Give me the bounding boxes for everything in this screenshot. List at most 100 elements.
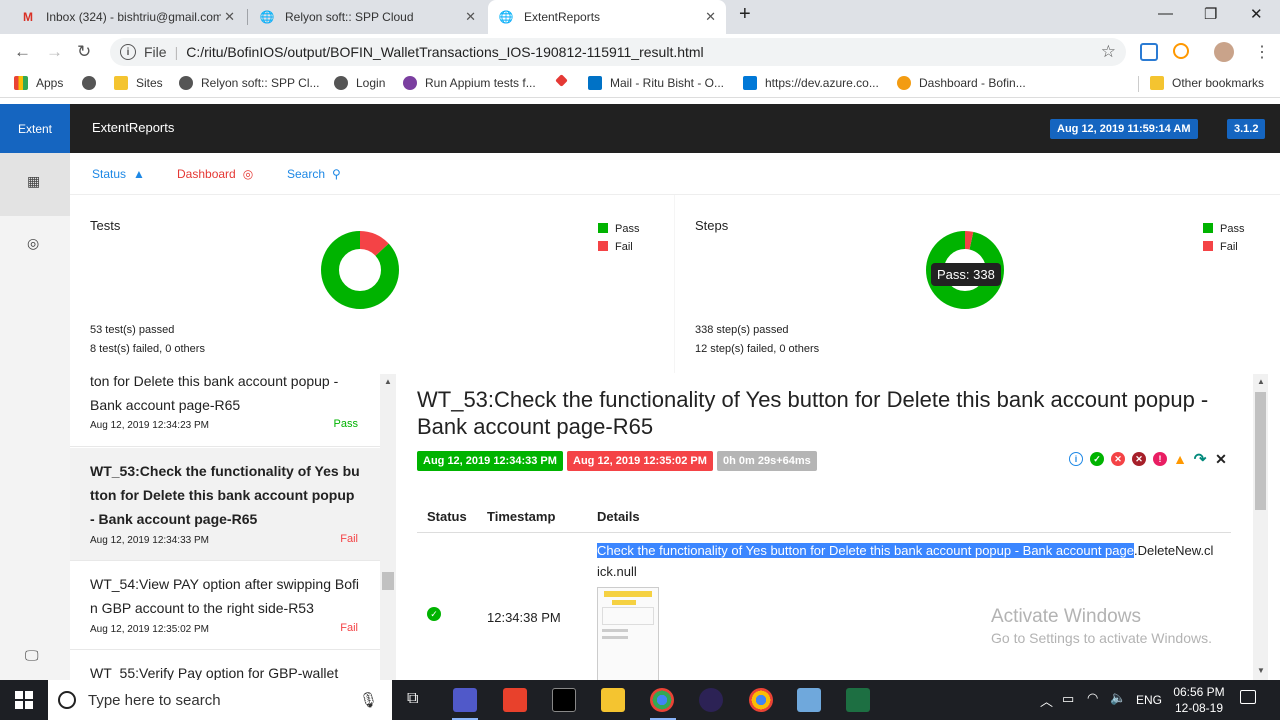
log-details: Check the functionality of Yes button fo… [597,543,1214,579]
warning-filter-icon[interactable]: ▲ [1173,451,1187,467]
screenshot-thumbnail[interactable] [597,587,659,680]
eclipse-icon[interactable] [699,688,723,712]
tab-spp-cloud[interactable]: 🌐 Relyon soft:: SPP Cloud ✕ [249,0,486,34]
bookmark-dashboard[interactable]: Dashboard - Bofin... [897,76,1026,90]
dashboard-link[interactable]: Dashboard ◎ [177,167,253,181]
dashboard-target-icon[interactable]: ◎ [27,235,39,252]
folder-icon [1150,76,1164,90]
wifi-icon[interactable]: ◠ [1087,690,1098,706]
tests-failed-text: 8 test(s) failed, 0 others [90,343,205,355]
windows-start-icon[interactable] [15,691,33,709]
globe-icon: 🌐 [498,10,514,24]
anydesk-icon[interactable] [503,688,527,712]
search-icon: ⚲ [332,167,341,181]
apps-grid-icon [14,76,28,90]
bookmark-globe[interactable] [82,76,104,90]
file-label: File [144,44,167,60]
extension-icon[interactable] [1140,43,1158,61]
task-view-icon[interactable]: ⧉ [407,690,418,708]
tab-gmail[interactable]: M Inbox (324) - bishtriu@gmail.com ✕ [10,0,245,34]
address-row: ← → ↻ i File | C:/ritu/BofinIOS/output/B… [0,34,1280,70]
profile-avatar[interactable] [1214,42,1234,62]
error-filter-icon[interactable]: ! [1153,452,1167,466]
pass-filter-icon[interactable]: ✓ [1090,452,1104,466]
bookmark-other[interactable]: Other bookmarks [1150,76,1264,90]
monitor-icon[interactable]: 🖵 [25,647,39,664]
fail-filter-icon[interactable]: ✕ [1111,452,1125,466]
teams-icon[interactable] [453,688,477,712]
url-text[interactable]: C:/ritu/BofinIOS/output/BOFIN_WalletTran… [186,44,703,60]
legend-pass: Pass [598,220,639,238]
test-list-item[interactable]: ton for Delete this bank account popup -… [70,374,380,447]
chrome-icon[interactable] [749,688,773,712]
terminal-icon[interactable] [552,688,576,712]
microphone-icon[interactable]: 🎙 [359,691,378,709]
test-list: ton for Delete this bank account popup -… [70,374,380,680]
log-table-header: Status Timestamp Details [417,502,1231,533]
menu-dots-icon[interactable]: ⋮ [1254,42,1270,62]
search-link[interactable]: Search ⚲ [287,167,341,181]
bookmark-extension[interactable] [555,74,574,87]
bookmark-apps[interactable]: Apps [14,76,63,90]
address-bar[interactable]: i File | C:/ritu/BofinIOS/output/BOFIN_W… [110,38,1126,66]
selected-text[interactable]: Check the functionality of Yes button fo… [597,543,1134,558]
end-time-tag: Aug 12, 2019 12:35:02 PM [567,451,713,471]
test-list-item[interactable]: WT_55:Verify Pay option for GBP-wallet [70,651,380,680]
excel-icon[interactable] [846,688,870,712]
volume-icon[interactable]: 🔈 [1110,690,1126,706]
tray-chevron-icon[interactable]: ︿ [1040,691,1053,710]
clock[interactable]: 06:56 PM 12-08-19 [1171,684,1227,716]
tab-title: Inbox (324) - bishtriu@gmail.com [46,10,221,24]
info-icon[interactable]: i [120,44,136,60]
skip-filter-icon[interactable]: ↷ [1193,451,1207,468]
tab-extentreports[interactable]: 🌐 ExtentReports ✕ [488,0,726,34]
extent-logo[interactable]: Extent [0,104,70,153]
clear-filter-icon[interactable]: ✕ [1214,451,1228,467]
close-icon[interactable]: ✕ [465,9,476,25]
chrome-icon[interactable] [650,688,674,712]
language-indicator[interactable]: ENG [1136,693,1162,707]
col-status: Status [427,509,467,524]
start-time-tag: Aug 12, 2019 12:34:33 PM [417,451,563,471]
test-title: WT_53:Check the functionality of Yes but… [417,387,1209,439]
bookmark-appium[interactable]: Run Appium tests f... [403,76,536,90]
battery-icon[interactable]: ▭ [1062,691,1074,707]
new-tab-button[interactable]: + [739,3,751,26]
tab-title: Relyon soft:: SPP Cloud [285,10,414,24]
bookmark-azure[interactable]: https://dev.azure.co... [743,76,879,90]
puzzle-icon [555,74,568,87]
dashboard-icon [897,76,911,90]
bookmark-star-icon[interactable]: ☆ [1101,42,1116,62]
forward-icon[interactable]: → [46,42,63,62]
grid-view-icon[interactable]: ▦ [27,173,40,190]
bookmark-sites[interactable]: Sites [114,76,163,90]
close-icon[interactable]: ✕ [224,9,235,25]
test-list-item-selected[interactable]: WT_53:Check the functionality of Yes but… [70,448,380,561]
fatal-filter-icon[interactable]: ✕ [1132,452,1146,466]
sub-nav: Status ▲ Dashboard ◎ Search ⚲ [70,153,1280,195]
notepad-icon[interactable] [797,688,821,712]
back-icon[interactable]: ← [14,42,31,62]
side-nav: ▦ ◎ 🖵 [0,153,70,680]
reload-icon[interactable]: ↻ [77,42,91,62]
extension-icon[interactable] [1173,43,1189,59]
test-list-item[interactable]: WT_54:View PAY option after swipping Bof… [70,562,380,650]
tests-passed-text: 53 test(s) passed [90,324,175,336]
detail-scrollbar[interactable]: ▲ ▼ [1253,374,1268,680]
test-list-scrollbar[interactable]: ▲ [380,374,396,680]
window-close-icon[interactable]: ✕ [1250,5,1263,23]
minimize-icon[interactable]: — [1158,5,1173,22]
bookmark-mail[interactable]: Mail - Ritu Bisht - O... [588,76,724,90]
info-filter-icon[interactable]: i [1069,452,1083,466]
warning-icon: ▲ [133,167,145,181]
report-header: Extent ExtentReports Aug 12, 2019 11:59:… [0,104,1280,153]
bookmark-relyon[interactable]: Relyon soft:: SPP Cl... [179,76,320,90]
status-link[interactable]: Status ▲ [92,167,145,181]
close-icon[interactable]: ✕ [705,9,716,25]
taskbar-search[interactable]: Type here to search 🎙 [48,680,392,720]
restore-icon[interactable]: ❐ [1204,5,1217,23]
file-explorer-icon[interactable] [601,688,625,712]
bookmark-login[interactable]: Login [334,76,385,90]
globe-icon [82,76,96,90]
notification-icon[interactable] [1240,690,1256,704]
